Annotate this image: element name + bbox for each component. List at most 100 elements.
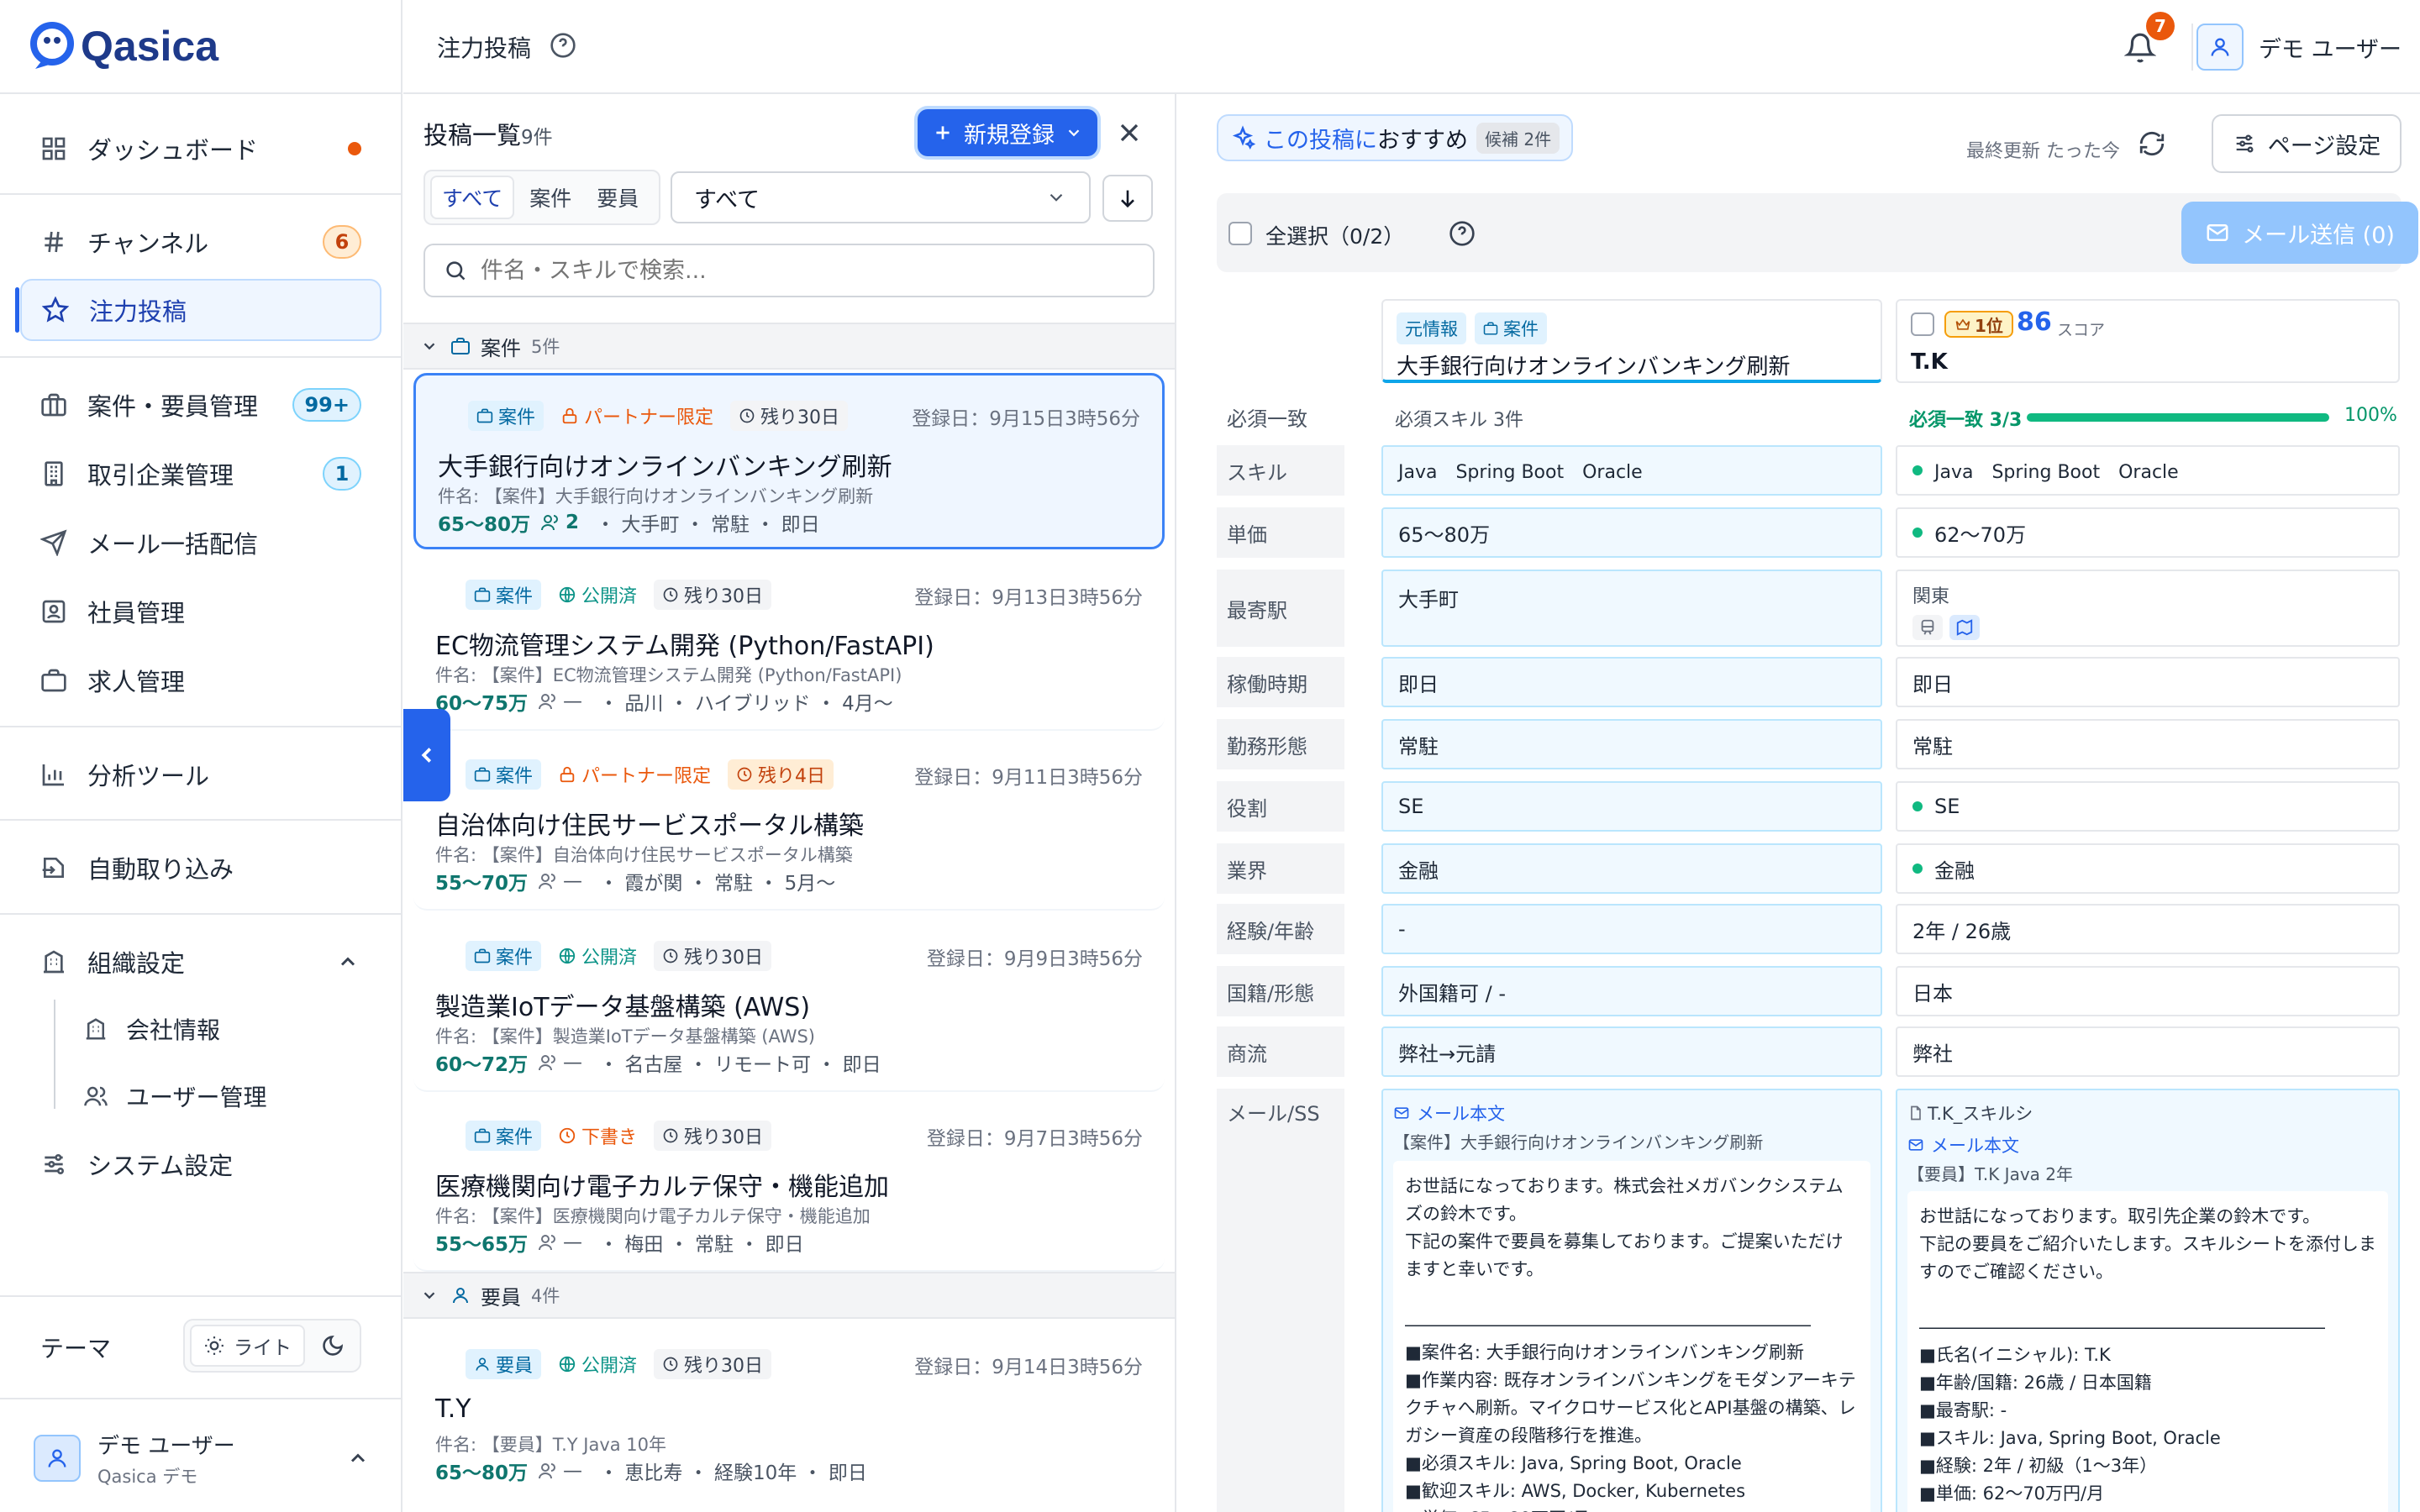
chevron-down-icon [424, 1292, 435, 1299]
sidebar-item-channel[interactable]: チャンネル 6 [20, 211, 381, 273]
segment-employee[interactable]: 要員 [587, 176, 649, 219]
section-header-employees[interactable]: 要員 4件 [403, 1272, 1175, 1319]
sidebar-item-auto-import[interactable]: 自動取り込み [20, 837, 381, 899]
candidate-header[interactable]: 1位 86 スコア T.K [1896, 299, 2400, 383]
post-card[interactable]: 案件 公開済 残り30日 登録日：9月13日3時56分 EC物流管理システム開発… [413, 554, 1165, 731]
post-card[interactable]: 案件 下書き 残り30日 登録日：9月7日3時56分 医療機関向け電子カルテ保守… [413, 1095, 1165, 1272]
match-dot [1912, 801, 1923, 811]
candidate-mail-subject: 【要員】T.K Java 2年 [1907, 1164, 2074, 1184]
sidebar-item-partners[interactable]: 取引企業管理 1 [20, 443, 381, 505]
type-tag: 案件 [466, 1121, 542, 1151]
cell-value: SE [1934, 795, 1960, 818]
hash-icon [39, 227, 69, 257]
briefcase-icon [474, 1128, 491, 1143]
remain-label: 残り30日 [684, 586, 764, 607]
post-card[interactable]: 案件 パートナー限定 残り30日 登録日：9月15日3時56分 大手銀行向けオン… [413, 373, 1165, 549]
candidate-mail-link[interactable]: メール本文 [1907, 1132, 2019, 1158]
search-box [424, 244, 1155, 297]
skillsheet-link[interactable]: T.K_スキルシ [1907, 1100, 2033, 1126]
sidebar-item-analytics[interactable]: 分析ツール [20, 743, 381, 806]
sidebar-item-system-settings[interactable]: システム設定 [20, 1133, 381, 1195]
card-people: — [563, 1231, 583, 1253]
type-tag: 案件 [468, 401, 544, 431]
type-segment: すべて 案件 要員 [424, 170, 660, 225]
briefcase-icon [1483, 322, 1498, 335]
search-input[interactable] [481, 257, 1136, 284]
origin-flow: 弊社→元請 [1381, 1026, 1882, 1077]
origin-experience: - [1381, 904, 1882, 954]
chevron-up-icon[interactable] [336, 950, 360, 974]
header-user-menu[interactable]: デモ ユーザー [2196, 24, 2402, 71]
card-title: 大手銀行向けオンラインバンキング刷新 [438, 453, 892, 482]
theme-light-button[interactable]: ライト [190, 1325, 305, 1367]
recommend-prefix: この投稿に [1264, 127, 1377, 154]
sidebar-item-case-management[interactable]: 案件・要員管理 99+ [20, 374, 381, 436]
sidebar-item-featured[interactable]: 注力投稿 [20, 279, 381, 341]
segment-label: 案件 [529, 186, 572, 211]
sidebar-item-org-settings[interactable]: 組織設定 [20, 931, 381, 993]
post-card[interactable]: 案件 パートナー限定 残り4日 登録日：9月11日3時56分 自治体向け住民サー… [413, 734, 1165, 911]
origin-role: SE [1381, 781, 1882, 832]
status-label: 公開済 [581, 1356, 638, 1377]
theme-dark-button[interactable] [321, 1334, 345, 1357]
origin-mail-subject: 【案件】大手銀行向けオンラインバンキング刷新 [1393, 1132, 1764, 1152]
sidebar-item-label: 案件・要員管理 [87, 392, 259, 421]
candidate-nationality: 日本 [1896, 966, 2400, 1016]
search-icon [446, 261, 466, 281]
origin-mail-link[interactable]: メール本文 [1393, 1100, 1505, 1126]
notification-button[interactable]: 7 [2118, 12, 2175, 72]
sort-button[interactable] [1102, 175, 1153, 222]
crown-icon [1955, 318, 1970, 330]
candidate-mail-cell: T.K_スキルシ メール本文 【要員】T.K Java 2年 お世話になっており… [1896, 1089, 2400, 1512]
post-card[interactable]: 案件 公開済 残り30日 登録日：9月9日3時56分 製造業IoTデータ基盤構築… [413, 916, 1165, 1092]
row-label-experience: 経験/年齢 [1217, 904, 1344, 954]
sidebar-item-bulk-mail[interactable]: メール一括配信 [20, 512, 381, 574]
rank-badge: 1位 [1944, 311, 2013, 338]
page-settings-button[interactable]: ページ設定 [2212, 114, 2402, 173]
row-label-mail: メール/SS [1217, 1089, 1344, 1512]
help-icon[interactable] [550, 32, 576, 59]
card-date: 登録日：9月11日3時56分 [914, 767, 1143, 789]
refresh-icon[interactable] [2138, 129, 2166, 158]
collapse-panel-button[interactable] [403, 709, 450, 801]
sidebar-item-employees[interactable]: 社員管理 [20, 580, 381, 643]
chevron-down-icon [424, 343, 435, 350]
sidebar-item-jobs[interactable]: 求人管理 [20, 649, 381, 711]
recommendation-panel: この投稿に おすすめ 候補 2件 最終更新 たった今 ページ設定 全選択（0/2）… [1186, 94, 2420, 1512]
sun-icon [205, 1336, 224, 1355]
bar-chart-icon [39, 759, 69, 790]
match-dot [1912, 864, 1923, 874]
rank-label: 1位 [1975, 315, 2003, 336]
sliders-icon [2236, 134, 2254, 153]
select-all-checkbox[interactable] [1228, 222, 1252, 245]
office-building-icon [39, 947, 69, 977]
send-mail-button[interactable]: メール送信 (0) [2181, 202, 2418, 264]
sidebar-item-user-management[interactable]: ユーザー管理 [52, 1067, 381, 1126]
segment-all[interactable]: すべて [430, 176, 515, 219]
segment-case[interactable]: 案件 [519, 176, 581, 219]
match-dot [1912, 465, 1923, 475]
candidate-checkbox[interactable] [1911, 312, 1934, 336]
user-menu[interactable]: デモ ユーザー Qasica デモ [34, 1428, 370, 1488]
help-icon[interactable] [1449, 220, 1476, 247]
sidebar-item-dashboard[interactable]: ダッシュボード [20, 118, 381, 180]
cell-value: - [1398, 917, 1406, 941]
post-card[interactable]: 要員 公開済 残り30日 登録日：9月14日3時56分 T.Y 件名: 【要員】… [413, 1324, 1165, 1500]
app-logo[interactable]: Qasica [27, 20, 218, 72]
origin-tag: 元情報 [1397, 312, 1466, 344]
train-icon[interactable] [1912, 615, 1943, 640]
mail-icon [1908, 1139, 1923, 1151]
origin-workstyle: 常駐 [1381, 719, 1882, 769]
candidate-workstyle: 常駐 [1896, 719, 2400, 769]
origin-skill: Java Spring Boot Oracle [1381, 445, 1882, 496]
map-icon[interactable] [1949, 615, 1980, 640]
sidebar-item-company-info[interactable]: 会社情報 [52, 1000, 381, 1058]
new-post-button[interactable]: 新規登録 [918, 109, 1097, 156]
section-header-cases[interactable]: 案件 5件 [403, 323, 1175, 370]
close-icon[interactable] [1114, 118, 1144, 148]
sparkle-icon [1232, 125, 1255, 150]
status-filter-select[interactable]: すべて [671, 171, 1091, 223]
status-tag: 下書き [550, 1121, 645, 1151]
candidate-experience: 2年 / 26歳 [1896, 904, 2400, 954]
user-name: デモ ユーザー [97, 1433, 235, 1459]
